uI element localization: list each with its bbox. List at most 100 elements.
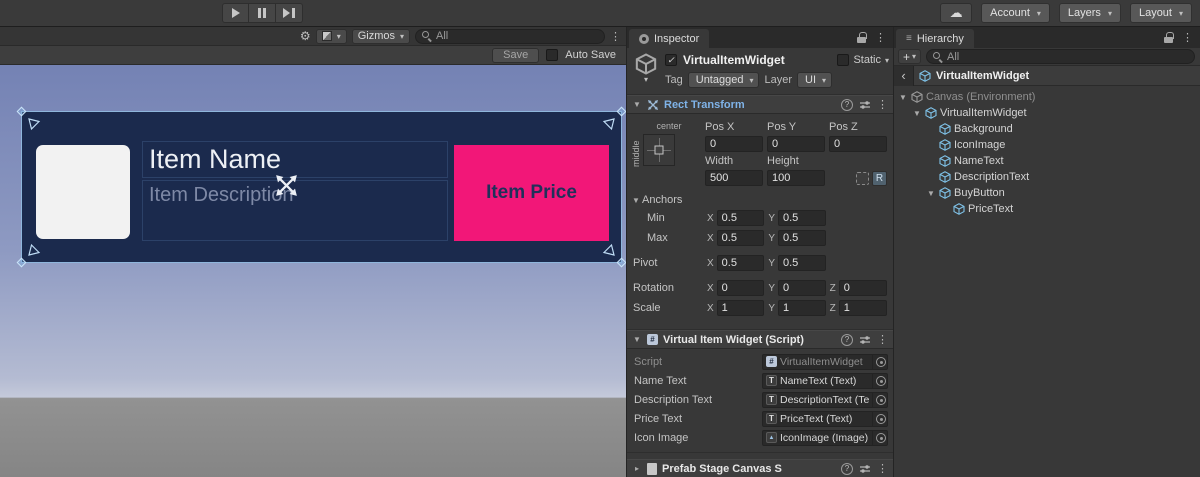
lock-icon[interactable] [857,32,866,43]
back-button[interactable]: ‹ [894,66,914,86]
layers-dropdown[interactable]: Layers▾ [1059,3,1121,23]
pos-z-field[interactable]: 0 [829,136,887,152]
tag-dropdown[interactable]: Untagged▾ [688,72,760,88]
price-text-object-field[interactable]: PriceText (Text) [762,411,888,427]
pivot-x-field[interactable]: 0.5 [717,255,765,271]
virtual-item-widget-canvas[interactable]: Item Name Item Description Item Price [22,112,621,262]
tools-icon[interactable]: ⚙ [300,29,311,43]
anchor-min-y-field[interactable]: 0.5 [778,210,826,226]
object-picker-icon[interactable] [872,412,887,426]
hierarchy-item-buybutton[interactable]: ▼ BuyButton [894,185,1200,201]
anchor-handle-icon[interactable] [602,243,616,257]
preset-icon[interactable] [859,99,871,111]
icon-image-object-field[interactable]: IconImage (Image) [762,430,888,446]
menu-icon[interactable]: ⋮ [1182,31,1193,44]
hierarchy-item-nametext[interactable]: NameText [894,153,1200,169]
hierarchy-item-background[interactable]: Background [894,121,1200,137]
help-icon[interactable]: ? [841,99,853,111]
preset-icon[interactable] [859,334,871,346]
pos-x-field[interactable]: 0 [705,136,763,152]
selection-handle[interactable] [617,107,626,117]
preset-icon[interactable] [859,463,871,475]
static-toggle[interactable]: Static ▾ [837,54,889,66]
save-button[interactable]: Save [492,48,539,63]
anchor-max-y-field[interactable]: 0.5 [778,230,826,246]
selection-handle[interactable] [617,258,626,268]
script-object-field[interactable]: VirtualItemWidget [762,354,888,370]
step-button[interactable] [276,3,303,23]
rect-transform-gizmo-icon[interactable] [273,172,300,199]
create-object-button[interactable]: + ▾ [898,49,921,64]
tab-inspector[interactable]: Inspector [629,29,709,48]
play-button[interactable] [222,3,249,23]
selection-handle[interactable] [17,258,27,268]
rect-transform-header[interactable]: ▼ Rect Transform ? ⋮ [627,95,893,114]
anchor-max-x-field[interactable]: 0.5 [717,230,765,246]
cloud-button[interactable]: ☁ [940,3,972,23]
object-picker-icon[interactable] [872,393,887,407]
foldout-icon[interactable]: ▼ [632,335,642,344]
gameobject-name-field[interactable]: VirtualItemWidget [683,53,831,67]
pause-button[interactable] [249,3,276,23]
foldout-icon[interactable]: ▸ [632,464,642,473]
component-menu-icon[interactable]: ⋮ [877,462,888,475]
scene-search-input[interactable]: All [415,29,605,44]
layer-dropdown[interactable]: UI▾ [797,72,832,88]
lock-icon[interactable] [1164,32,1173,43]
anchor-preset-button[interactable] [643,134,675,166]
hierarchy-item-iconimage[interactable]: IconImage [894,137,1200,153]
hierarchy-item-virtualitemwidget[interactable]: ▼ VirtualItemWidget [894,105,1200,121]
scene-menu-icon[interactable]: ⋮ [610,30,621,43]
active-checkbox[interactable]: ✓ [665,54,677,66]
anchor-handle-icon[interactable] [27,117,41,131]
anchor-min-x-field[interactable]: 0.5 [717,210,765,226]
anchor-handle-icon[interactable] [602,117,616,131]
icon-dropdown-icon[interactable]: ▾ [644,75,648,84]
width-field[interactable]: 500 [705,170,763,186]
anchor-handle-icon[interactable] [27,243,41,257]
scale-x-field[interactable]: 1 [717,300,765,316]
object-picker-icon[interactable] [872,431,887,445]
account-dropdown[interactable]: Account▾ [981,3,1050,23]
shading-mode-dropdown[interactable]: ▾ [316,29,347,44]
rotation-z-field[interactable]: 0 [839,280,887,296]
auto-save-checkbox[interactable] [546,49,558,61]
hierarchy-search-input[interactable]: All [926,49,1195,64]
hierarchy-item-canvas-environment[interactable]: ▼ Canvas (Environment) [894,89,1200,105]
gizmos-dropdown[interactable]: Gizmos ▾ [352,29,410,44]
hierarchy-item-pricetext[interactable]: PriceText [894,201,1200,217]
layout-dropdown[interactable]: Layout▾ [1130,3,1192,23]
rotation-x-field[interactable]: 0 [717,280,765,296]
scale-y-field[interactable]: 1 [778,300,826,316]
component-menu-icon[interactable]: ⋮ [877,333,888,346]
scale-z-field[interactable]: 1 [839,300,887,316]
height-field[interactable]: 100 [767,170,825,186]
selection-handle[interactable] [17,107,27,117]
foldout-icon[interactable]: ▼ [912,109,922,118]
foldout-icon[interactable]: ▼ [898,93,908,102]
component-menu-icon[interactable]: ⋮ [877,98,888,111]
virtual-item-widget-header[interactable]: ▼ Virtual Item Widget (Script) ? ⋮ [627,330,893,349]
help-icon[interactable]: ? [841,463,853,475]
buy-button[interactable]: Item Price [454,145,609,241]
object-picker-icon[interactable] [872,374,887,388]
raw-edit-button[interactable]: R [872,171,887,186]
icon-image[interactable] [36,145,130,239]
object-picker-icon[interactable] [872,355,887,369]
name-text-object-field[interactable]: NameText (Text) [762,373,888,389]
blueprint-mode-icon[interactable] [856,172,869,185]
help-icon[interactable]: ? [841,334,853,346]
menu-icon[interactable]: ⋮ [875,31,886,44]
foldout-icon[interactable]: ▼ [632,100,642,109]
rotation-y-field[interactable]: 0 [778,280,826,296]
hierarchy-item-descriptiontext[interactable]: DescriptionText [894,169,1200,185]
scene-viewport[interactable]: Item Name Item Description Item Price [0,65,626,477]
pos-y-field[interactable]: 0 [767,136,825,152]
static-checkbox[interactable] [837,54,849,66]
anchors-foldout[interactable]: ▼ Anchors [631,194,887,206]
prefab-stage-canvas-header[interactable]: ▸ Prefab Stage Canvas S ? ⋮ [627,459,893,477]
description-text-object-field[interactable]: DescriptionText (Text) [762,392,888,408]
pivot-y-field[interactable]: 0.5 [778,255,826,271]
foldout-icon[interactable]: ▼ [926,189,936,198]
tab-hierarchy[interactable]: ≡ Hierarchy [896,29,974,48]
